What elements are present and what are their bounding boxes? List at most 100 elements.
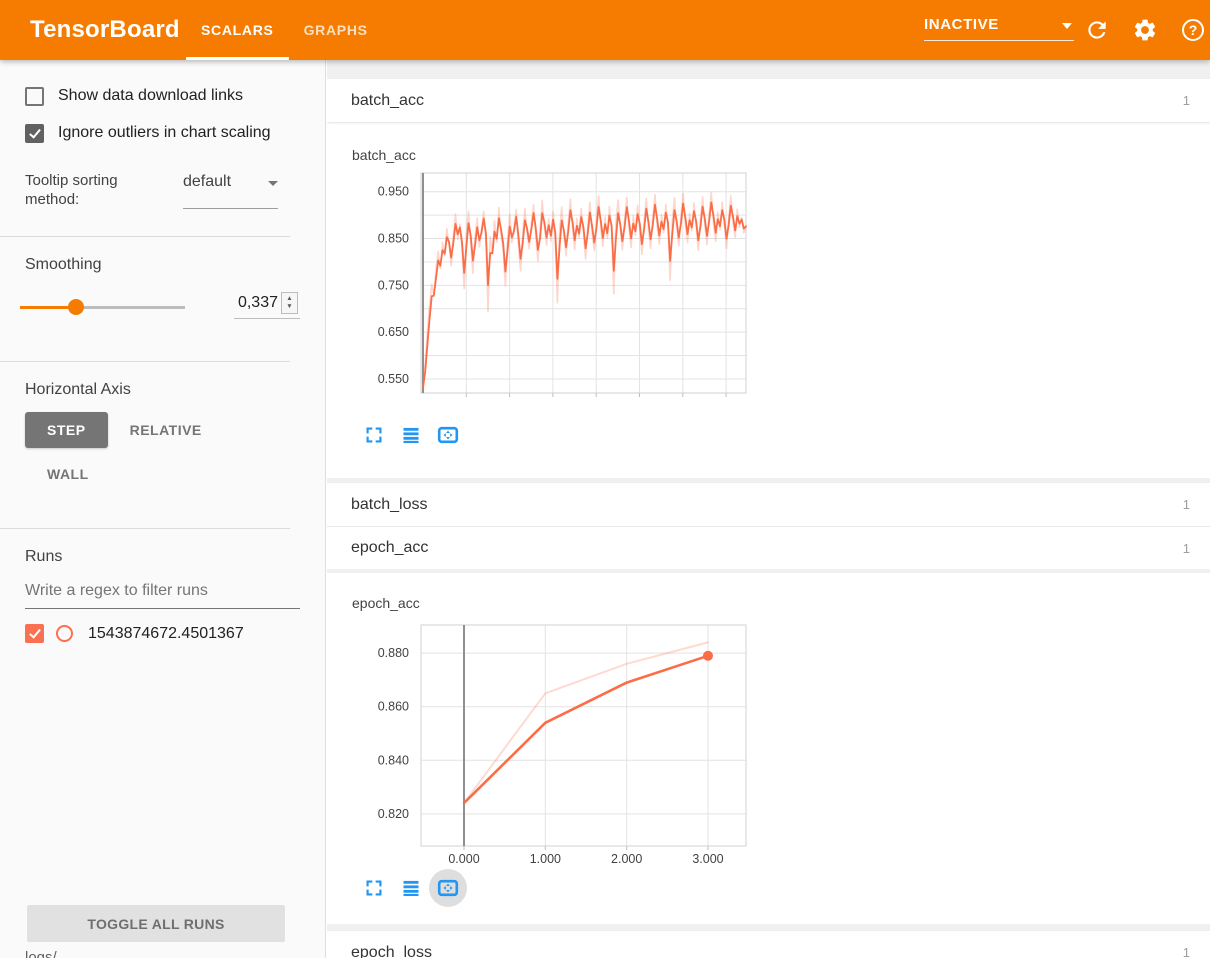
section-count-badge: 1 (1183, 945, 1190, 958)
fit-domain-button[interactable] (435, 875, 461, 901)
axis-relative-button[interactable]: RELATIVE (108, 412, 224, 448)
run-list-item[interactable]: 1543874672.4501367 (25, 624, 300, 643)
svg-text:0.750: 0.750 (378, 278, 409, 292)
section-header-epoch-loss[interactable]: epoch_loss 1 (327, 931, 1210, 958)
section-header-batch-loss[interactable]: batch_loss 1 (327, 483, 1210, 526)
epoch-acc-line-chart[interactable]: 0.8200.8400.8600.8800.0001.0002.0003.000 (339, 613, 759, 865)
smoothing-stepper[interactable]: ▲ ▼ (281, 292, 298, 314)
ignore-outliers-checkbox[interactable] (25, 124, 44, 143)
runs-filter-wrap (25, 582, 300, 609)
svg-text:1.000: 1.000 (530, 852, 561, 865)
show-download-links-checkbox[interactable] (25, 87, 44, 106)
section-count-badge: 1 (1183, 541, 1190, 556)
ignore-outliers-checkbox-row[interactable]: Ignore outliers in chart scaling (25, 121, 325, 145)
svg-text:2.000: 2.000 (611, 852, 642, 865)
fit-domain-button-active[interactable] (429, 869, 467, 907)
chart-toolbar (361, 416, 1210, 454)
chevron-down-icon (268, 181, 278, 186)
smoothing-value-wrap: ▲ ▼ (234, 292, 300, 319)
fit-domain-button[interactable] (435, 422, 461, 448)
fullscreen-icon (364, 878, 384, 898)
smoothing-slider-row: ▲ ▼ (20, 288, 300, 328)
tab-graphs[interactable]: GRAPHS (289, 0, 383, 60)
settings-button[interactable] (1131, 16, 1159, 44)
tooltip-sorting-value: default (183, 173, 278, 191)
svg-text:0.550: 0.550 (378, 372, 409, 386)
log-scale-button[interactable] (398, 422, 424, 448)
app-title: TensorBoard (30, 0, 180, 60)
chevron-down-icon (1062, 23, 1072, 29)
horizontal-axis-buttons: STEP RELATIVE (25, 412, 300, 448)
horizontal-bars-icon (401, 425, 421, 445)
tensorboard-app: TensorBoard SCALARS GRAPHS INACTIVE ? (0, 0, 1210, 958)
fit-domain-icon (436, 423, 460, 447)
section-count-badge: 1 (1183, 93, 1190, 108)
tooltip-sorting-row: Tooltip sorting method: default (25, 171, 300, 209)
axis-wall-row: WALL (25, 456, 300, 492)
smoothing-label: Smoothing (25, 256, 300, 274)
fullscreen-button[interactable] (361, 875, 387, 901)
batch-acc-line-chart[interactable]: 0.550 0.650 0.750 0.850 0.950 (339, 168, 759, 400)
stepper-up-icon[interactable]: ▲ (286, 295, 292, 303)
svg-text:0.820: 0.820 (378, 807, 409, 821)
smoothing-slider-knob[interactable] (68, 299, 84, 315)
runs-label: Runs (25, 548, 300, 566)
horizontal-bars-icon (401, 878, 421, 898)
svg-text:0.950: 0.950 (378, 185, 409, 199)
smoothing-value-input[interactable] (234, 294, 278, 312)
tab-scalars-label: SCALARS (201, 22, 274, 38)
divider (0, 361, 290, 362)
check-icon (29, 626, 41, 638)
fullscreen-icon (364, 425, 384, 445)
help-icon: ? (1182, 19, 1204, 41)
run-name: 1543874672.4501367 (88, 625, 244, 643)
status-label: INACTIVE (924, 16, 1074, 33)
help-button[interactable]: ? (1179, 16, 1207, 44)
svg-text:0.850: 0.850 (378, 232, 409, 246)
scalars-dashboard: batch_acc 1 batch_acc 0.550 0.650 0.750 0.8… (327, 60, 1210, 958)
fit-domain-icon (436, 876, 460, 900)
chart-toolbar (361, 869, 1210, 907)
settings-gear-icon (1132, 17, 1158, 43)
chart-card-batch-acc: batch_acc 0.550 0.650 0.750 0.850 0.950 (327, 122, 1210, 478)
chart-title: epoch_acc (352, 595, 1210, 611)
fullscreen-button[interactable] (361, 422, 387, 448)
refresh-button[interactable] (1083, 16, 1111, 44)
show-download-links-checkbox-row[interactable]: Show data download links (25, 84, 325, 108)
section-title: batch_loss (351, 496, 428, 514)
axis-step-button[interactable]: STEP (25, 412, 108, 448)
divider (0, 528, 290, 529)
tab-scalars[interactable]: SCALARS (186, 0, 289, 60)
runs-filter-input[interactable] (25, 582, 300, 600)
run-checkbox[interactable] (25, 624, 44, 643)
tooltip-sorting-dropdown[interactable]: default (183, 173, 278, 209)
settings-sidebar: Show data download links Ignore outliers… (0, 60, 326, 958)
section-title: epoch_acc (351, 539, 428, 557)
check-icon (29, 126, 41, 138)
horizontal-axis-label: Horizontal Axis (25, 381, 300, 399)
section-title: epoch_loss (351, 944, 432, 958)
status-dropdown[interactable]: INACTIVE (924, 16, 1074, 41)
svg-text:3.000: 3.000 (692, 852, 723, 865)
tab-graphs-label: GRAPHS (304, 22, 368, 38)
top-toolbar: TensorBoard SCALARS GRAPHS INACTIVE ? (0, 0, 1210, 60)
tooltip-sorting-label: Tooltip sorting method: (25, 171, 150, 209)
runs-group-path: logs/ (25, 949, 57, 958)
smoothing-slider[interactable] (20, 306, 185, 309)
section-header-epoch-acc[interactable]: epoch_acc 1 (327, 526, 1210, 569)
section-header-batch-acc[interactable]: batch_acc 1 (327, 79, 1210, 122)
show-download-links-label: Show data download links (58, 87, 298, 105)
svg-text:0.840: 0.840 (378, 753, 409, 767)
svg-text:0.000: 0.000 (448, 852, 479, 865)
chart-card-epoch-acc: epoch_acc 0.8200.8400.8600.8800.0001.000… (327, 573, 1210, 924)
help-glyph: ? (1189, 22, 1198, 38)
svg-text:0.650: 0.650 (378, 325, 409, 339)
svg-text:0.860: 0.860 (378, 700, 409, 714)
toggle-all-runs-button[interactable]: TOGGLE ALL RUNS (27, 905, 285, 942)
run-color-swatch (56, 625, 73, 642)
chart-title: batch_acc (352, 147, 1210, 163)
stepper-down-icon[interactable]: ▼ (286, 303, 292, 311)
axis-wall-button[interactable]: WALL (25, 456, 111, 492)
log-scale-button[interactable] (398, 875, 424, 901)
divider (0, 236, 290, 237)
